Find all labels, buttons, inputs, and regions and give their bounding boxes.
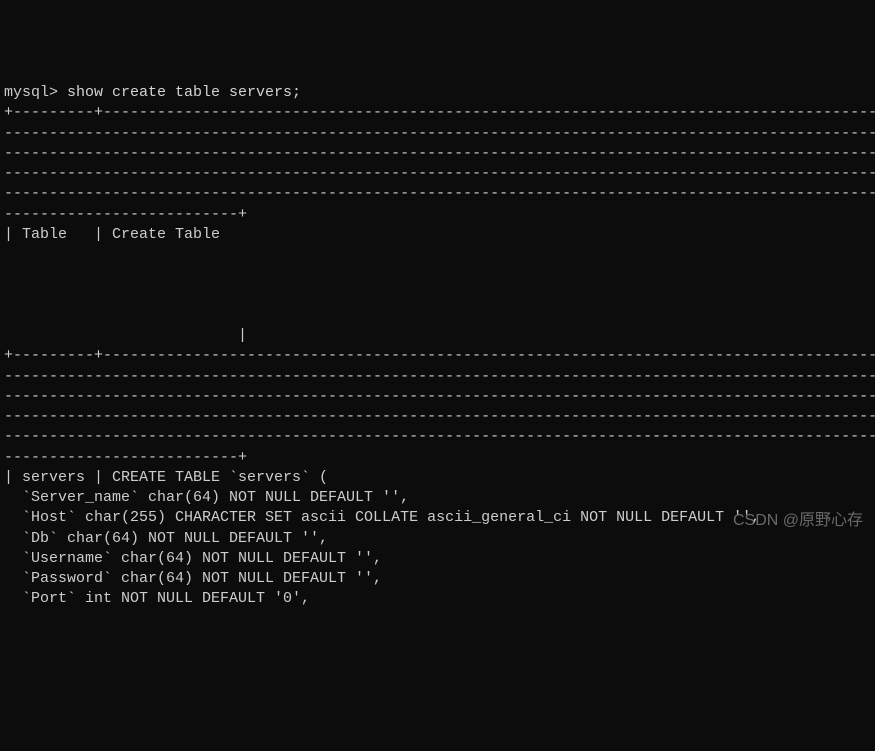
output-line: ----------------------------------------… xyxy=(4,368,875,385)
output-line: +---------+-----------------------------… xyxy=(4,347,875,364)
output-line: ----------------------------------------… xyxy=(4,145,875,162)
output-line: ----------------------------------------… xyxy=(4,125,875,142)
column-def-password: `Password` char(64) NOT NULL DEFAULT '', xyxy=(4,570,382,587)
output-line: ----------------------------------------… xyxy=(4,388,875,405)
column-def-port: `Port` int NOT NULL DEFAULT '0', xyxy=(4,590,310,607)
output-line xyxy=(4,246,875,263)
output-line: --------------------------+ xyxy=(4,449,247,466)
output-line: ----------------------------------------… xyxy=(4,428,875,445)
mysql-prompt: mysql> xyxy=(4,84,58,101)
output-line: | xyxy=(4,327,247,344)
output-line: +---------+-----------------------------… xyxy=(4,104,875,121)
column-def-host: `Host` char(255) CHARACTER SET ascii COL… xyxy=(4,509,760,526)
output-line xyxy=(4,266,875,283)
output-line: ----------------------------------------… xyxy=(4,165,875,182)
output-line xyxy=(4,287,875,304)
column-def-db: `Db` char(64) NOT NULL DEFAULT '', xyxy=(4,530,328,547)
create-table-line: | servers | CREATE TABLE `servers` ( xyxy=(4,469,328,486)
output-line: ----------------------------------------… xyxy=(4,408,875,425)
output-line: --------------------------+ xyxy=(4,206,247,223)
output-line: ----------------------------------------… xyxy=(4,185,875,202)
sql-command: show create table servers; xyxy=(58,84,301,101)
column-def-server-name: `Server_name` char(64) NOT NULL DEFAULT … xyxy=(4,489,409,506)
output-line xyxy=(4,307,875,324)
watermark-text: CSDN @原野心存 xyxy=(733,510,863,532)
table-header-row: | Table | Create Table xyxy=(4,226,875,243)
column-def-username: `Username` char(64) NOT NULL DEFAULT '', xyxy=(4,550,382,567)
